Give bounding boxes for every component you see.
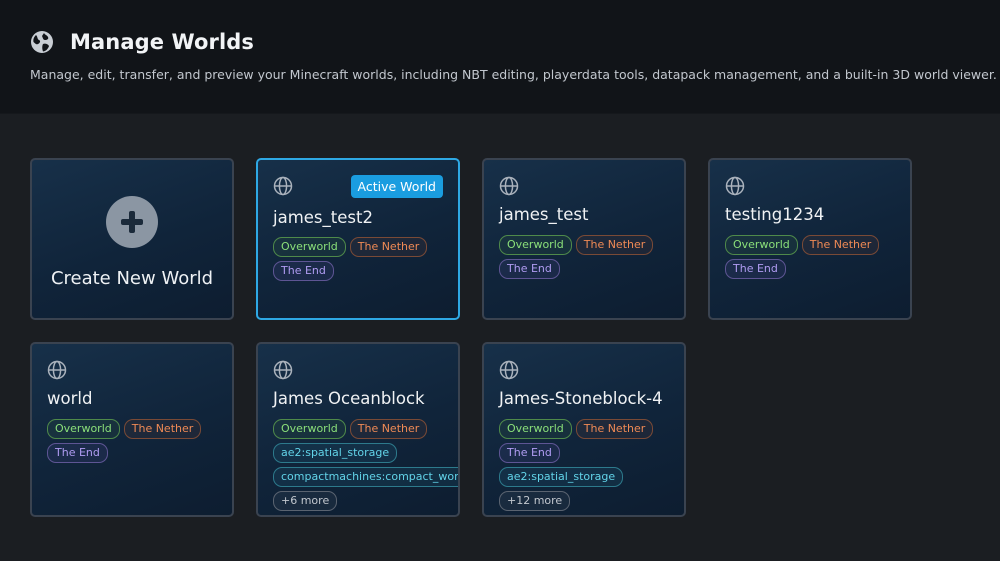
globe-icon <box>30 30 54 54</box>
world-name: James-Stoneblock-4 <box>499 389 663 408</box>
world-card-testing1234[interactable]: testing1234 Overworld The Nether The End <box>708 158 912 320</box>
world-name: james_test <box>499 205 589 224</box>
dimension-tag: The End <box>499 259 560 279</box>
world-card-james-oceanblock[interactable]: James Oceanblock Overworld The Nether ae… <box>256 342 460 517</box>
active-world-badge: Active World <box>350 175 443 198</box>
dimension-tag: Overworld <box>725 235 798 255</box>
world-globe-icon <box>499 176 519 196</box>
world-card-world[interactable]: world Overworld The Nether The End <box>30 342 234 517</box>
world-globe-icon <box>725 176 745 196</box>
dimension-tag: Overworld <box>47 419 120 439</box>
dimension-tags: Overworld The Nether The End <box>47 419 232 467</box>
dimension-tag: The Nether <box>575 419 654 439</box>
dimension-tag: The End <box>499 443 560 463</box>
dimension-tag: The Nether <box>349 237 428 257</box>
world-globe-icon <box>273 360 293 380</box>
dimension-tags: Overworld The Nether The End ae2:spatial… <box>499 419 684 515</box>
dimension-tag: Overworld <box>273 237 346 257</box>
create-world-card[interactable]: Create New World <box>30 158 234 320</box>
dimension-tag: Overworld <box>499 419 572 439</box>
dimension-tag: The Nether <box>349 419 428 439</box>
world-name: james_test2 <box>273 208 373 227</box>
dimension-tags: Overworld The Nether The End <box>725 235 910 283</box>
dimension-tags: Overworld The Nether The End <box>273 237 458 285</box>
dimension-tag: Overworld <box>273 419 346 439</box>
world-globe-icon <box>499 360 519 380</box>
title-row: Manage Worlds <box>30 30 254 54</box>
world-globe-icon <box>47 360 67 380</box>
world-globe-icon <box>273 176 293 196</box>
world-card-james-test[interactable]: james_test Overworld The Nether The End <box>482 158 686 320</box>
dimension-tag: The Nether <box>575 235 654 255</box>
page-subtitle: Manage, edit, transfer, and preview your… <box>30 67 997 82</box>
dimension-tag: The Nether <box>801 235 880 255</box>
more-dimensions-tag[interactable]: +6 more <box>273 491 338 511</box>
world-name: James Oceanblock <box>273 389 425 408</box>
more-dimensions-tag[interactable]: +12 more <box>499 491 571 511</box>
page-title: Manage Worlds <box>70 30 255 54</box>
dimension-tag: The End <box>725 259 786 279</box>
dimension-tag: ae2:spatial_storage <box>273 443 398 463</box>
world-card-james-stoneblock-4[interactable]: James-Stoneblock-4 Overworld The Nether … <box>482 342 686 517</box>
world-name: testing1234 <box>725 205 825 224</box>
plus-icon <box>106 196 158 248</box>
dimension-tags: Overworld The Nether The End <box>499 235 684 283</box>
dimension-tag: The Nether <box>123 419 202 439</box>
world-name: world <box>47 389 93 408</box>
dimension-tag: ae2:spatial_storage <box>499 467 624 487</box>
dimension-tags: Overworld The Nether ae2:spatial_storage… <box>273 419 458 515</box>
dimension-tag: compactmachines:compact_world <box>273 467 458 487</box>
dimension-tag: The End <box>47 443 108 463</box>
dimension-tag: Overworld <box>499 235 572 255</box>
world-card-james-test2[interactable]: Active World james_test2 Overworld The N… <box>256 158 460 320</box>
create-world-label: Create New World <box>50 268 214 289</box>
dimension-tag: The End <box>273 261 334 281</box>
page-header: Manage Worlds Manage, edit, transfer, an… <box>0 0 1000 114</box>
